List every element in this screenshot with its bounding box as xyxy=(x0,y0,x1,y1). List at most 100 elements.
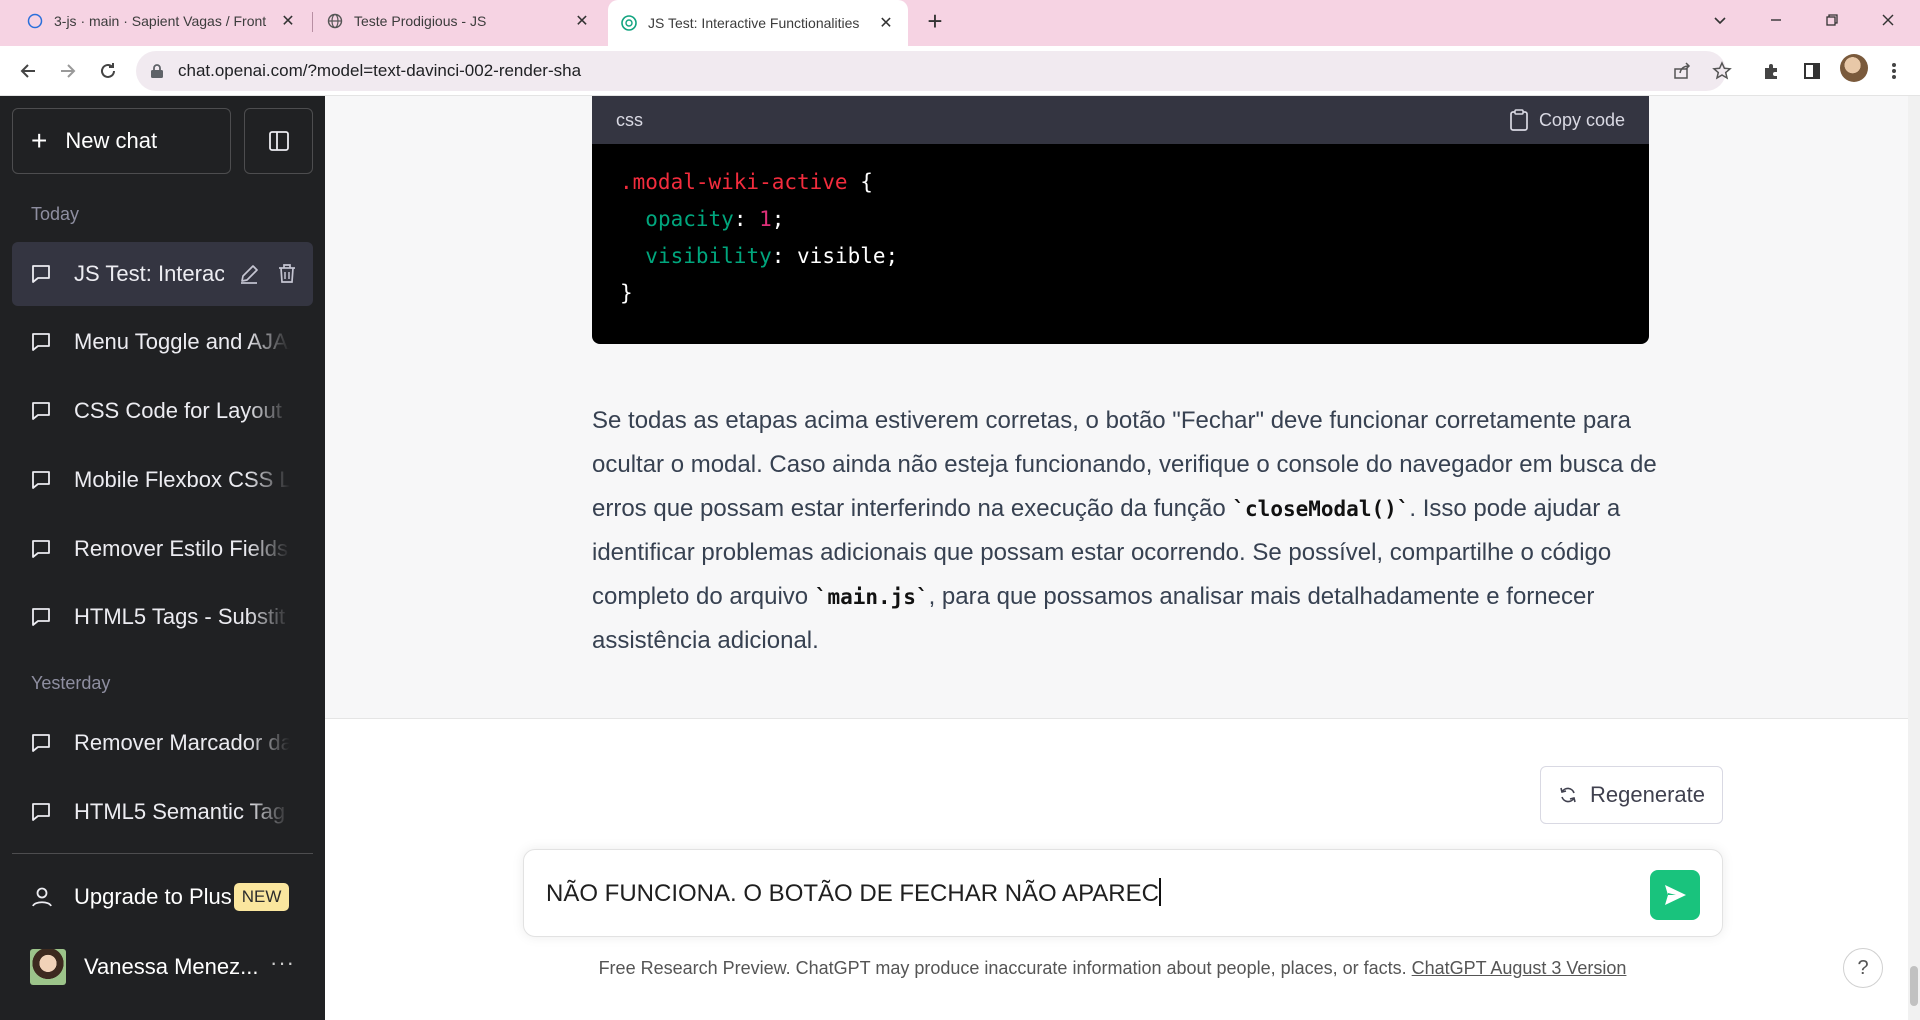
chat-item[interactable]: HTML5 Semantic Tag xyxy=(12,780,313,844)
chat-item[interactable]: Menu Toggle and AJAX xyxy=(12,310,313,374)
message-input-text[interactable]: NÃO FUNCIONA. O BOTÃO DE FECHAR NÃO APAR… xyxy=(546,878,1161,908)
new-chat-button[interactable]: + New chat xyxy=(12,108,231,174)
chat-item[interactable]: CSS Code for Layout xyxy=(12,379,313,443)
code-value: 1 xyxy=(759,207,772,231)
sidebar: + New chat Today JS Test: Interac Menu T… xyxy=(0,96,325,1020)
disclaimer: Free Research Preview. ChatGPT may produ… xyxy=(325,958,1920,979)
code-property: visibility xyxy=(645,244,772,268)
code-brace: } xyxy=(620,281,633,305)
inline-code: `main.js` xyxy=(814,585,929,609)
chat-item-label: Remover Estilo Fields xyxy=(74,536,288,561)
forward-arrow-icon[interactable] xyxy=(52,55,84,87)
code-brace: { xyxy=(860,170,873,194)
section-label-today: Today xyxy=(31,204,80,224)
close-sidebar-button[interactable] xyxy=(244,108,313,174)
scrollbar-thumb[interactable] xyxy=(1910,966,1918,1006)
chat-bubble-icon xyxy=(30,399,54,423)
profile-avatar[interactable] xyxy=(1840,54,1868,82)
minimize-icon[interactable] xyxy=(1748,0,1804,40)
browser-tab-chatgpt[interactable]: JS Test: Interactive Functionalities ✕ xyxy=(608,0,908,46)
new-chat-label: New chat xyxy=(65,128,158,153)
more-options-icon[interactable]: ··· xyxy=(270,950,295,976)
browser-menu-icon[interactable] xyxy=(1878,55,1910,87)
trash-icon[interactable] xyxy=(274,261,300,287)
code-property: opacity xyxy=(645,207,734,231)
chat-item-label: Mobile Flexbox CSS L xyxy=(74,467,290,492)
tab-title: Teste Prodigious - JS xyxy=(354,13,487,29)
inline-code: `closeModal()` xyxy=(1232,497,1410,521)
new-badge: NEW xyxy=(233,883,290,911)
clipboard-icon xyxy=(1510,109,1528,131)
assistant-message: css Copy code .modal-wiki-active { opaci… xyxy=(325,96,1908,719)
new-tab-button[interactable]: + xyxy=(918,6,952,36)
tab-title: 3-js · main · Sapient Vagas / Front xyxy=(54,13,267,29)
extensions-puzzle-icon[interactable] xyxy=(1756,55,1788,87)
edit-pencil-icon[interactable] xyxy=(236,261,262,287)
close-icon[interactable]: ✕ xyxy=(278,11,298,31)
code-content: .modal-wiki-active { opacity: 1; visibil… xyxy=(620,170,899,305)
loading-circle-icon xyxy=(26,12,44,30)
disclaimer-text: Free Research Preview. ChatGPT may produ… xyxy=(598,958,1412,978)
text-caret xyxy=(1158,878,1161,906)
chat-item-label: JS Test: Interac xyxy=(74,261,224,286)
browser-tab-bar: 3-js · main · Sapient Vagas / Front ✕ Te… xyxy=(0,0,1920,46)
address-bar[interactable]: chat.openai.com/?model=text-davinci-002-… xyxy=(136,51,1726,91)
chat-item-label: HTML5 Tags - Substit xyxy=(74,604,286,629)
sidebar-divider xyxy=(12,853,313,854)
code-block: css Copy code .modal-wiki-active { opaci… xyxy=(592,96,1649,344)
bookmark-star-icon[interactable] xyxy=(1706,55,1738,87)
plus-icon: + xyxy=(31,125,48,156)
close-icon[interactable]: ✕ xyxy=(572,11,592,31)
chat-item-active[interactable]: JS Test: Interac xyxy=(12,242,313,306)
chat-item-label: Remover Marcador da xyxy=(74,730,290,755)
user-name: Vanessa Menez... xyxy=(84,954,259,979)
code-value: visible xyxy=(797,244,886,268)
back-arrow-icon[interactable] xyxy=(12,55,44,87)
openai-icon xyxy=(620,14,638,32)
lock-icon[interactable] xyxy=(150,63,166,79)
chat-item-label: Menu Toggle and AJAX xyxy=(74,329,290,354)
copy-code-button[interactable]: Copy code xyxy=(1509,109,1625,131)
chat-bubble-icon xyxy=(30,605,54,629)
scrollbar[interactable] xyxy=(1908,96,1920,1020)
tab-title: JS Test: Interactive Functionalities xyxy=(648,15,860,31)
main-panel: css Copy code .modal-wiki-active { opaci… xyxy=(325,96,1920,1020)
chat-item[interactable]: Remover Marcador da xyxy=(12,711,313,775)
chat-item-label: CSS Code for Layout xyxy=(74,398,282,423)
upgrade-to-plus-button[interactable]: Upgrade to Plus NEW xyxy=(12,866,313,928)
chat-bubble-icon xyxy=(30,800,54,824)
restore-icon[interactable] xyxy=(1804,0,1860,40)
chat-item[interactable]: Mobile Flexbox CSS L xyxy=(12,448,313,512)
send-button[interactable] xyxy=(1650,870,1700,920)
side-panel-icon[interactable] xyxy=(1796,55,1828,87)
send-icon xyxy=(1665,885,1686,905)
window-close-icon[interactable] xyxy=(1860,0,1916,40)
message-input[interactable]: NÃO FUNCIONA. O BOTÃO DE FECHAR NÃO APAR… xyxy=(523,849,1723,937)
refresh-icon xyxy=(1560,787,1576,803)
chat-item-label: HTML5 Semantic Tag xyxy=(74,799,286,824)
version-link[interactable]: ChatGPT August 3 Version xyxy=(1412,958,1627,978)
user-menu[interactable]: Vanessa Menez... ··· xyxy=(12,936,313,998)
chat-item[interactable]: HTML5 Tags - Substit xyxy=(12,585,313,649)
help-button[interactable]: ? xyxy=(1843,948,1883,988)
chat-item[interactable]: Remover Estilo Fields xyxy=(12,517,313,581)
browser-tab-gitlab[interactable]: 3-js · main · Sapient Vagas / Front ✕ xyxy=(14,0,310,42)
chat-bubble-icon xyxy=(30,330,54,354)
copy-code-label: Copy code xyxy=(1538,109,1625,130)
chat-bubble-icon xyxy=(30,262,54,286)
code-language: css xyxy=(616,109,643,130)
regenerate-label: Regenerate xyxy=(1590,782,1705,807)
chat-bubble-icon xyxy=(30,468,54,492)
globe-icon xyxy=(326,12,344,30)
section-label-yesterday: Yesterday xyxy=(31,673,111,693)
tab-search-icon[interactable] xyxy=(1692,0,1748,40)
browser-tab-teste[interactable]: Teste Prodigious - JS ✕ xyxy=(314,0,604,42)
reload-icon[interactable] xyxy=(92,55,124,87)
close-icon[interactable]: ✕ xyxy=(876,13,896,33)
browser-toolbar: chat.openai.com/?model=text-davinci-002-… xyxy=(0,46,1920,96)
input-value: NÃO FUNCIONA. O BOTÃO DE FECHAR NÃO APAR… xyxy=(546,880,1159,907)
share-icon[interactable] xyxy=(1666,55,1698,87)
regenerate-button[interactable]: Regenerate xyxy=(1540,766,1723,824)
url-text: chat.openai.com/?model=text-davinci-002-… xyxy=(178,61,582,80)
code-selector: .modal-wiki-active xyxy=(620,170,848,194)
